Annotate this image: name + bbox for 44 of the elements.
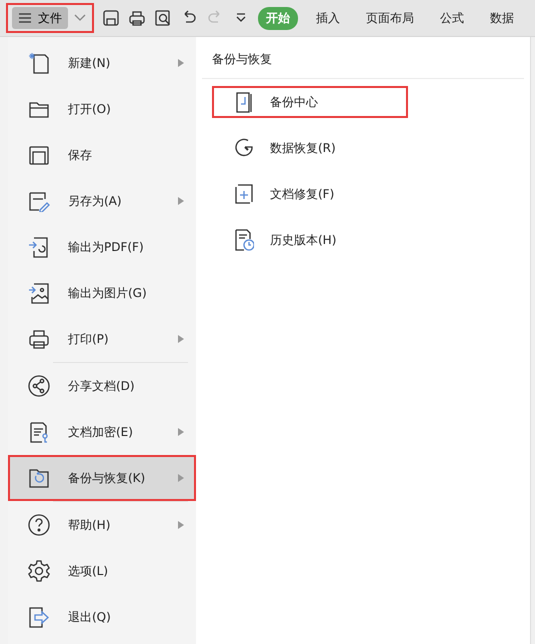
share-icon <box>28 375 50 397</box>
menu-item[interactable]: 帮助(H) <box>8 502 196 548</box>
gear-icon <box>28 560 50 582</box>
history-version-icon <box>234 229 254 251</box>
ribbon-tab[interactable]: 插入 <box>308 6 348 30</box>
menu-item[interactable]: 退出(Q) <box>8 594 196 640</box>
menu-item[interactable]: 备份与恢复(K) <box>8 455 196 501</box>
image-export-icon <box>28 282 50 304</box>
menu-item[interactable]: 输出为PDF(F) <box>8 224 196 270</box>
backup-document-icon <box>234 91 254 113</box>
exit-icon <box>28 606 50 628</box>
ribbon-tab[interactable]: 数据 <box>482 6 522 30</box>
save-icon[interactable] <box>102 9 120 27</box>
menu-item[interactable]: 另存为(A) <box>8 178 196 224</box>
menu-item[interactable]: 输出为图片(G) <box>8 270 196 316</box>
submenu-title: 备份与恢复 <box>202 37 524 79</box>
help-icon <box>28 514 50 536</box>
save-as-icon <box>28 190 50 212</box>
menu-item[interactable]: 保存 <box>8 132 196 178</box>
menu-item[interactable]: 打印(P) <box>8 316 196 362</box>
ribbon-tab[interactable]: 页面布局 <box>358 6 422 30</box>
menu-item[interactable]: 分享文档(D) <box>8 363 196 409</box>
new-file-icon <box>28 52 50 74</box>
chevron-down-icon <box>74 14 86 22</box>
pdf-export-icon <box>28 236 50 258</box>
submenu-item[interactable]: 历史版本(H) <box>212 217 408 263</box>
ribbon-tab[interactable]: 公式 <box>432 6 472 30</box>
menu-item[interactable]: 新建(N) <box>8 40 196 86</box>
folder-restore-icon <box>28 467 50 489</box>
printer-icon <box>28 328 50 350</box>
document-repair-icon <box>234 183 254 205</box>
save-icon <box>28 144 50 166</box>
print-preview-icon[interactable] <box>154 9 172 27</box>
submenu-item[interactable]: 文档修复(F) <box>212 171 408 217</box>
encrypted-document-icon <box>28 421 50 443</box>
menu-icon <box>18 12 32 24</box>
submenu-item[interactable]: 备份中心 <box>212 86 408 118</box>
file-menu-button[interactable]: 文件 <box>6 3 94 33</box>
menu-item[interactable]: 选项(L) <box>8 548 196 594</box>
printer-icon[interactable] <box>128 9 146 27</box>
submenu-item[interactable]: 数据恢复(R) <box>212 125 408 171</box>
menu-item[interactable]: 打开(O) <box>8 86 196 132</box>
menu-item[interactable]: 文档加密(E) <box>8 409 196 455</box>
data-recovery-icon <box>234 137 254 159</box>
